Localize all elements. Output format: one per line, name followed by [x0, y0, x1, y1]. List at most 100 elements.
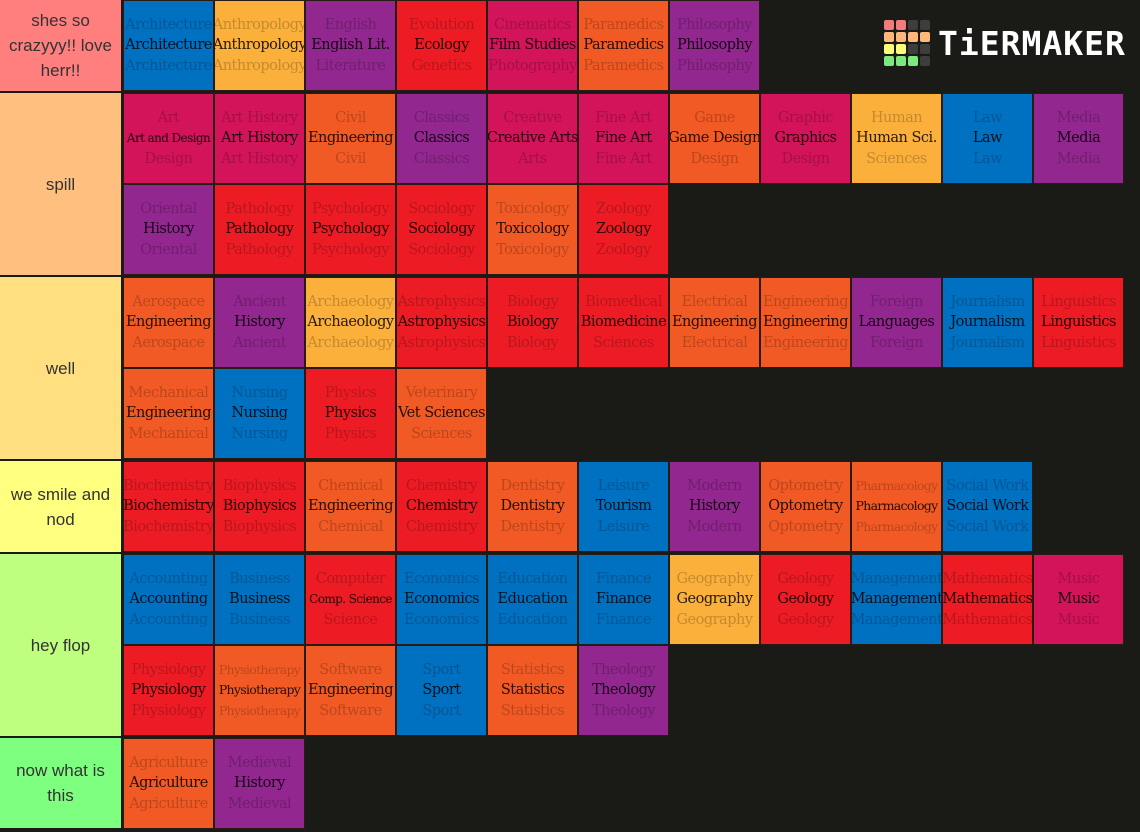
tier-item-card[interactable]: Oriental History Oriental — [123, 184, 214, 275]
item-text-bot: Education — [497, 611, 568, 628]
tier-item-card[interactable]: Sociology Sociology Sociology — [396, 184, 487, 275]
tier-item-card[interactable]: Evolution Ecology Genetics — [396, 0, 487, 91]
tier-item-card[interactable]: Human Human Sci. Sciences — [851, 93, 942, 184]
tier-item-card[interactable]: English English Lit. Literature — [305, 0, 396, 91]
item-text-top: Astrophysics — [397, 293, 486, 310]
tier-item-card[interactable]: Aerospace Engineering Aerospace — [123, 277, 214, 368]
tier-item-card[interactable]: Management Management Management — [851, 554, 942, 645]
tier-label[interactable]: we smile and nod — [0, 461, 123, 552]
tier-item-card[interactable]: Modern History Modern — [669, 461, 760, 552]
tier-item-card[interactable]: Foreign Languages Foreign — [851, 277, 942, 368]
item-text-bot: Biophysics — [222, 518, 297, 535]
tier-item-card[interactable]: Sport Sport Sport — [396, 645, 487, 736]
tier-item-card[interactable]: Pharmacology Pharmacology Pharmacology — [851, 461, 942, 552]
tier-item-card[interactable]: Biophysics Biophysics Biophysics — [214, 461, 305, 552]
tier-item-card[interactable]: Geology Geology Geology — [760, 554, 851, 645]
tier-item-card[interactable]: Archaeology Archaeology Archaeology — [305, 277, 396, 368]
tier-item-card[interactable]: Zoology Zoology Zoology — [578, 184, 669, 275]
tier-item-card[interactable]: Philosophy Philosophy Philosophy — [669, 0, 760, 91]
tier-item-card[interactable]: Creative Creative Arts Arts — [487, 93, 578, 184]
tier-item-card[interactable]: Medieval History Medieval — [214, 738, 305, 829]
tier-item-card[interactable]: Physics Physics Physics — [305, 368, 396, 459]
item-text-mid: Engineering — [762, 314, 849, 331]
tier-item-card[interactable]: Civil Engineering Civil — [305, 93, 396, 184]
item-text-top: Accounting — [129, 570, 208, 587]
tier-item-card[interactable]: Classics Classics Classics — [396, 93, 487, 184]
item-text-top: Optometry — [768, 477, 843, 494]
tier-item-card[interactable]: Game Game Design Design — [669, 93, 760, 184]
tier-item-card[interactable]: Ancient History Ancient — [214, 277, 305, 368]
item-text-mid: Chemistry — [405, 498, 478, 515]
tier-item-card[interactable]: Graphic Graphics Design — [760, 93, 851, 184]
tier-item-card[interactable]: Engineering Engineering Engineering — [760, 277, 851, 368]
tier-item-card[interactable]: Theology Theology Theology — [578, 645, 669, 736]
item-text-mid: Music — [1057, 591, 1100, 608]
item-text-mid: Philosophy — [676, 37, 753, 54]
tier-row: well Aerospace Engineering Aerospace Ancient… — [0, 277, 1140, 461]
tier-item-card[interactable]: Biochemistry Biochemistry Biochemistry — [123, 461, 214, 552]
item-text-top: Mathematics — [942, 570, 1033, 587]
item-text-mid: Ecology — [414, 37, 469, 54]
item-text-mid: Agriculture — [129, 775, 208, 792]
tier-item-card[interactable]: Psychology Psychology Psychology — [305, 184, 396, 275]
tier-item-card[interactable]: Statistics Statistics Statistics — [487, 645, 578, 736]
tier-item-card[interactable]: Media Media Media — [1033, 93, 1124, 184]
tier-item-card[interactable]: Music Music Music — [1033, 554, 1124, 645]
tier-item-card[interactable]: Biomedical Biomedicine Sciences — [578, 277, 669, 368]
tier-item-card[interactable]: Computer Comp. Science Science — [305, 554, 396, 645]
tier-item-card[interactable]: Nursing Nursing Nursing — [214, 368, 305, 459]
item-text-mid: Physiotherapy — [218, 682, 301, 698]
tier-item-card[interactable]: Cinematics Film Studies Photography — [487, 0, 578, 91]
tier-item-card[interactable]: Agriculture Agriculture Agriculture — [123, 738, 214, 829]
tier-item-card[interactable]: Anthropology Anthropology Anthropology — [214, 0, 305, 91]
tier-item-card[interactable]: Biology Biology Biology — [487, 277, 578, 368]
item-text-bot: Civil — [335, 150, 366, 167]
tier-item-card[interactable]: Astrophysics Astrophysics Astrophysics — [396, 277, 487, 368]
tier-item-card[interactable]: Economics Economics Economics — [396, 554, 487, 645]
tier-item-card[interactable]: Dentistry Dentistry Dentistry — [487, 461, 578, 552]
item-text-top: Theology — [591, 661, 656, 678]
item-text-top: Sport — [422, 661, 461, 678]
item-text-bot: Management — [851, 611, 942, 628]
tier-item-card[interactable]: Paramedics Paramedics Paramedics — [578, 0, 669, 91]
tier-item-card[interactable]: Fine Art Fine Art Fine Art — [578, 93, 669, 184]
tier-item-card[interactable]: Geography Geography Geography — [669, 554, 760, 645]
tier-item-card[interactable]: Veterinary Vet Sciences Sciences — [396, 368, 487, 459]
tier-item-card[interactable]: Chemical Engineering Chemical — [305, 461, 396, 552]
tier-label[interactable]: hey flop — [0, 554, 123, 736]
tier-item-card[interactable]: Electrical Engineering Electrical — [669, 277, 760, 368]
tier-item-card[interactable]: Journalism Journalism Journalism — [942, 277, 1033, 368]
item-text-mid: History — [143, 221, 194, 238]
tier-item-card[interactable]: Pathology Pathology Pathology — [214, 184, 305, 275]
item-text-top: Art — [157, 109, 180, 126]
item-text-mid: Art and Design — [126, 131, 211, 146]
tier-item-card[interactable]: Education Education Education — [487, 554, 578, 645]
tier-item-card[interactable]: Social Work Social Work Social Work — [942, 461, 1033, 552]
tier-item-card[interactable]: Linguistics Linguistics Linguistics — [1033, 277, 1124, 368]
item-text-mid: Architecture — [125, 37, 212, 54]
tier-item-card[interactable]: Architecture Architecture Architecture — [123, 0, 214, 91]
item-text-bot: Software — [319, 702, 382, 719]
item-text-bot: Pharmacology — [855, 518, 939, 534]
tier-item-card[interactable]: Mathematics Mathematics Mathematics — [942, 554, 1033, 645]
tier-label[interactable]: shes so crazyyy!! love herr!! — [0, 0, 123, 91]
item-text-mid: Art History — [221, 130, 298, 147]
tier-item-card[interactable]: Optometry Optometry Optometry — [760, 461, 851, 552]
tier-label[interactable]: well — [0, 277, 123, 459]
tier-label[interactable]: now what is this — [0, 738, 123, 828]
tier-item-card[interactable]: Leisure Tourism Leisure — [578, 461, 669, 552]
tier-item-card[interactable]: Law Law Law — [942, 93, 1033, 184]
tier-item-card[interactable]: Chemistry Chemistry Chemistry — [396, 461, 487, 552]
item-text-mid: History — [234, 314, 285, 331]
tier-item-card[interactable]: Mechanical Engineering Mechanical — [123, 368, 214, 459]
tier-label[interactable]: spill — [0, 93, 123, 275]
tier-item-card[interactable]: Accounting Accounting Accounting — [123, 554, 214, 645]
tier-item-card[interactable]: Art Art and Design Design — [123, 93, 214, 184]
tier-item-card[interactable]: Physiotherapy Physiotherapy Physiotherapy — [214, 645, 305, 736]
tier-item-card[interactable]: Software Engineering Software — [305, 645, 396, 736]
tier-item-card[interactable]: Physiology Physiology Physiology — [123, 645, 214, 736]
tier-item-card[interactable]: Art History Art History Art History — [214, 93, 305, 184]
tier-item-card[interactable]: Business Business Business — [214, 554, 305, 645]
tier-item-card[interactable]: Toxicology Toxicology Toxicology — [487, 184, 578, 275]
tier-item-card[interactable]: Finance Finance Finance — [578, 554, 669, 645]
